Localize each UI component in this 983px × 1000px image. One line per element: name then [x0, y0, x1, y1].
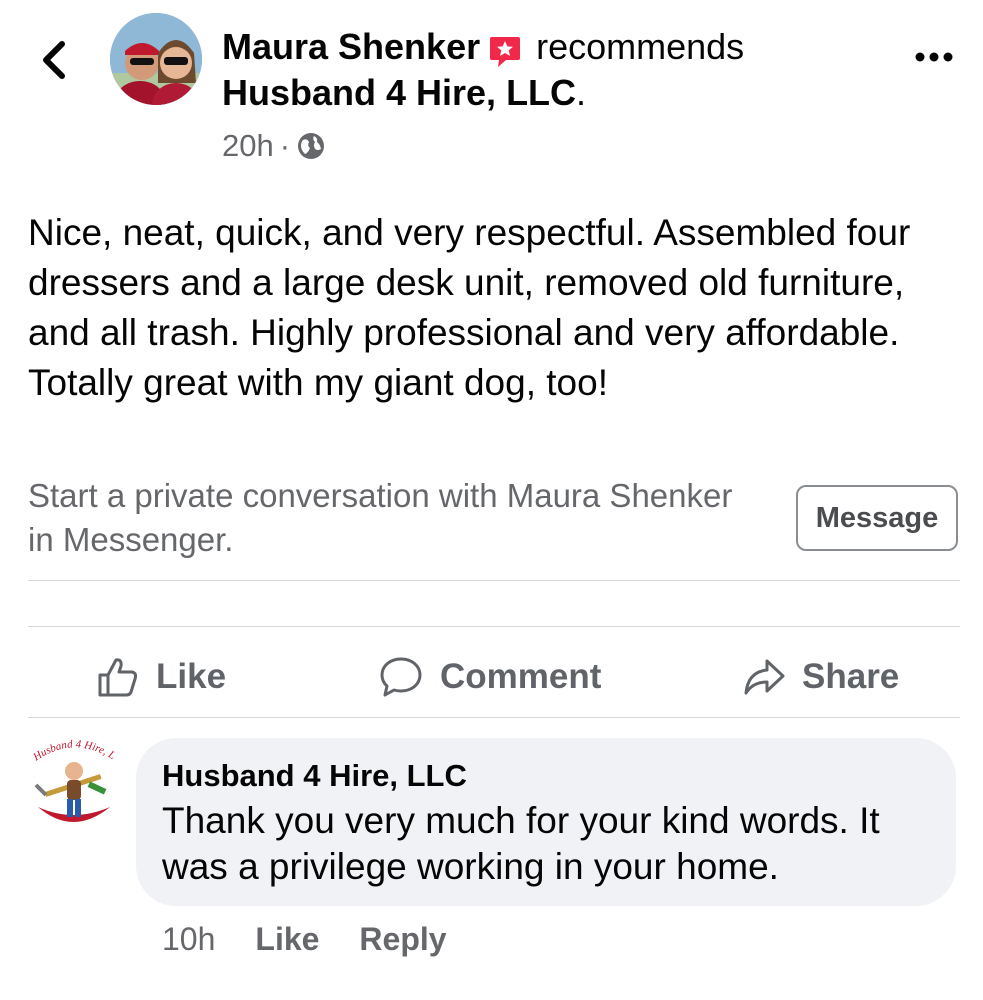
- comment-label: Comment: [440, 657, 602, 696]
- page-name-period: .: [576, 72, 587, 113]
- post-meta: 20h ·: [222, 126, 326, 166]
- messenger-prompt: Start a private conversation with Maura …: [28, 477, 733, 558]
- recommends-text: recommends: [536, 26, 745, 67]
- comment-footer: 10h Like Reply: [162, 917, 487, 961]
- like-label: Like: [156, 657, 227, 696]
- author-avatar[interactable]: [110, 13, 202, 105]
- comment-reply-link[interactable]: Reply: [359, 917, 446, 961]
- divider: [28, 580, 960, 581]
- divider: [28, 717, 960, 718]
- recommendation-badge-icon: [488, 33, 522, 67]
- share-button[interactable]: Share: [742, 648, 899, 706]
- svg-text:Husband 4 Hire, LLC: Husband 4 Hire, LLC: [30, 733, 116, 764]
- post-header: Maura Shenker recommends Husband 4 Hire,…: [222, 24, 902, 116]
- share-arrow-icon: [744, 659, 785, 695]
- post-body-text: Nice, neat, quick, and very respectful. …: [28, 212, 911, 403]
- comment-button[interactable]: Comment: [378, 648, 601, 706]
- message-button[interactable]: Message: [796, 485, 958, 551]
- globe-icon: [296, 131, 326, 161]
- more-horizontal-icon: [915, 52, 953, 62]
- recommended-page-name[interactable]: Husband 4 Hire, LLC: [222, 72, 576, 113]
- author-name[interactable]: Maura Shenker: [222, 24, 480, 70]
- commenter-avatar[interactable]: Husband 4 Hire, LLC: [26, 724, 117, 833]
- chevron-left-icon: [43, 41, 65, 79]
- divider: [28, 626, 960, 627]
- husband-4-hire-logo: Husband 4 Hire, LLC: [26, 724, 117, 822]
- comment-like-link[interactable]: Like: [255, 917, 319, 961]
- more-options-button[interactable]: [912, 42, 956, 72]
- thumbs-up-icon: [98, 658, 138, 697]
- comment-text: Thank you very much for your kind words.…: [162, 800, 880, 887]
- back-button[interactable]: [36, 38, 76, 82]
- comment-time: 10h: [162, 921, 216, 957]
- meta-separator: ·: [279, 128, 291, 163]
- comment-bubble-icon: [380, 657, 422, 697]
- share-label: Share: [802, 657, 900, 696]
- comment-author[interactable]: Husband 4 Hire, LLC: [162, 756, 467, 796]
- avatar-photo: [110, 13, 202, 105]
- like-button[interactable]: Like: [96, 648, 226, 706]
- post-time[interactable]: 20h: [222, 126, 274, 166]
